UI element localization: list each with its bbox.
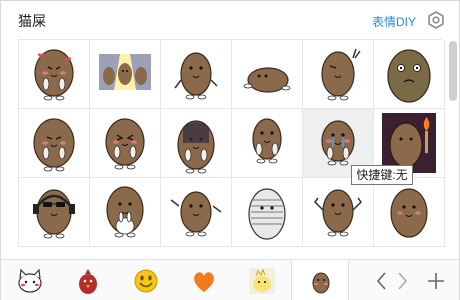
- sticker-striped-face[interactable]: [232, 178, 303, 247]
- sticker-dancing-image: [170, 191, 222, 237]
- plus-icon: [428, 273, 444, 289]
- sticker-gloomy-image: [177, 120, 215, 174]
- panel-header: 猫屎 表情DIY: [1, 1, 459, 37]
- sticker-heart-eyes-laughing-image: [34, 49, 74, 101]
- emoji-diy-link[interactable]: 表情DIY: [372, 13, 416, 30]
- scrollbar[interactable]: [449, 39, 457, 246]
- red-bird-icon: [79, 269, 97, 294]
- tab-cat-face[interactable]: [1, 260, 59, 300]
- sticker-sunglasses-headphones[interactable]: [19, 178, 90, 247]
- shortcut-tooltip: 快捷键:无: [351, 165, 413, 185]
- sticker-walking-image: [174, 52, 218, 100]
- sticker-grinning-image: [33, 118, 75, 172]
- tab-catpoo[interactable]: [291, 260, 349, 300]
- sticker-heart-eyes-laughing[interactable]: [19, 40, 90, 109]
- sticker-grid: [18, 39, 445, 247]
- add-emoji-button[interactable]: [424, 268, 448, 294]
- heart-icon: [194, 272, 214, 292]
- sticker-spotlight-trio-image: [99, 54, 151, 90]
- next-page-button[interactable]: [390, 268, 414, 294]
- chick-icon: [249, 268, 275, 294]
- tab-red-bird[interactable]: [59, 260, 117, 300]
- sticker-blushing[interactable]: [374, 178, 445, 247]
- sticker-flexing-image: [314, 189, 362, 237]
- sticker-blushing-image: [390, 188, 428, 238]
- sticker-angry-big-eyes-image: [387, 49, 431, 103]
- sticker-cheering-image: [105, 118, 145, 170]
- cat-face-icon: [18, 268, 42, 293]
- emoji-category-tabbar: [1, 259, 459, 300]
- sticker-flexing[interactable]: [303, 178, 374, 247]
- catpoo-icon: [308, 268, 334, 294]
- sticker-spotlight-trio[interactable]: [90, 40, 161, 109]
- sticker-stand-still[interactable]: [232, 109, 303, 178]
- sticker-dancing[interactable]: [161, 178, 232, 247]
- panel-title: 猫屎: [18, 13, 46, 29]
- tab-heart[interactable]: [175, 260, 233, 300]
- sticker-angry-big-eyes[interactable]: [374, 40, 445, 109]
- emoji-panel: 猫屎 表情DIY 快捷键:无: [0, 0, 460, 300]
- sticker-striped-face-image: [248, 188, 286, 240]
- sticker-grinning[interactable]: [19, 109, 90, 178]
- scrollbar-thumb[interactable]: [449, 41, 457, 101]
- sticker-walking[interactable]: [161, 40, 232, 109]
- tab-chick[interactable]: [233, 260, 291, 300]
- sticker-wink-peace-image: [321, 48, 361, 101]
- sticker-lying-down-image: [243, 67, 291, 93]
- tab-smiley[interactable]: [117, 260, 175, 300]
- sticker-sunglasses-headphones-image: [33, 189, 75, 239]
- chevron-right-icon: [398, 272, 408, 290]
- sticker-lying-down[interactable]: [232, 40, 303, 109]
- smiley-icon: [134, 269, 158, 293]
- sticker-gloomy[interactable]: [161, 109, 232, 178]
- sticker-cheering[interactable]: [90, 109, 161, 178]
- sticker-stand-still-image: [252, 118, 282, 164]
- settings-icon[interactable]: [427, 11, 445, 29]
- sticker-wink-peace[interactable]: [303, 40, 374, 109]
- sticker-hugging-bunny-image: [106, 186, 144, 238]
- sticker-hugging-bunny[interactable]: [90, 178, 161, 247]
